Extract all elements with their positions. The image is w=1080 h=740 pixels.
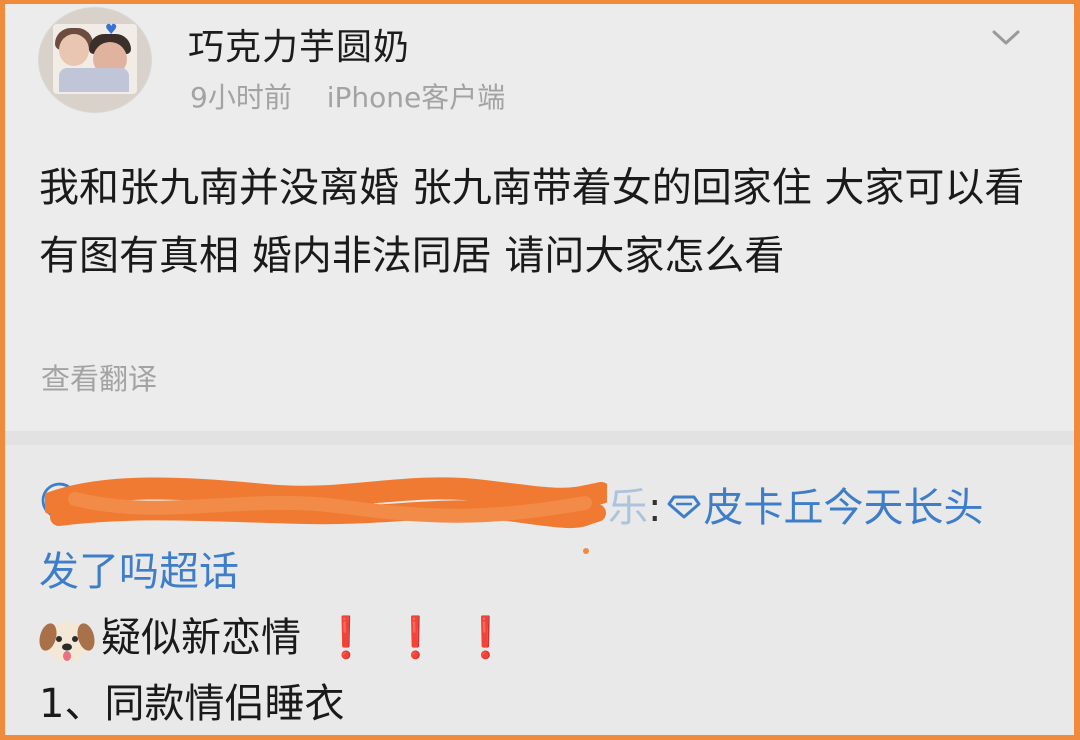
post-text: 我和张九南并没离婚 张九南带着女的回家住 大家可以看 有图有真相 婚内非法同居 … <box>39 165 1025 279</box>
stray-mark <box>583 548 589 554</box>
diamond-icon <box>667 495 701 519</box>
repost-headline-text: 疑似新恋情 <box>101 615 301 661</box>
screenshot-frame: ♥ 巧克力芋圆奶 9小时前 iPhone客户端 我和张九南并没离婚 张九南带着女… <box>5 4 1074 735</box>
weibo-post: ♥ 巧克力芋圆奶 9小时前 iPhone客户端 我和张九南并没离婚 张九南带着女… <box>5 4 1074 431</box>
translate-link[interactable]: 查看翻译 <box>41 356 157 398</box>
post-time: 9小时前 <box>190 81 292 114</box>
mention-tail: 乐 <box>608 485 648 531</box>
repost-list-item: 1、同款情侣睡衣 <box>39 681 345 727</box>
chevron-down-icon[interactable] <box>991 28 1021 48</box>
username[interactable]: 巧克力芋圆奶 <box>188 18 410 70</box>
dog-face-icon <box>39 622 95 662</box>
supertopic-link[interactable]: 乐: 皮卡丘今天长头 <box>608 475 983 533</box>
supertopic-name-line2[interactable]: 发了吗超话 <box>39 539 239 597</box>
exclamation-mark: ❗ <box>321 615 371 661</box>
repost-headline: 疑似新恋情 ❗ ❗ ❗ <box>39 605 510 665</box>
avatar[interactable]: ♥ <box>39 8 151 112</box>
post-meta: 9小时前 iPhone客户端 <box>190 76 505 116</box>
repost-card[interactable]: @ 乐: 皮卡丘今天长头 发了吗超话 疑似新恋情 ❗ ❗ ❗ 1、同款情侣睡衣 <box>5 445 1074 735</box>
colon: : <box>648 485 662 531</box>
redaction-scribble <box>45 477 607 529</box>
divider <box>5 431 1074 445</box>
post-source: iPhone客户端 <box>326 81 506 114</box>
exclamation-mark: ❗ <box>390 615 441 661</box>
exclamation-mark: ❗ <box>460 615 511 661</box>
supertopic-name-line1: 皮卡丘今天长头 <box>703 485 984 531</box>
